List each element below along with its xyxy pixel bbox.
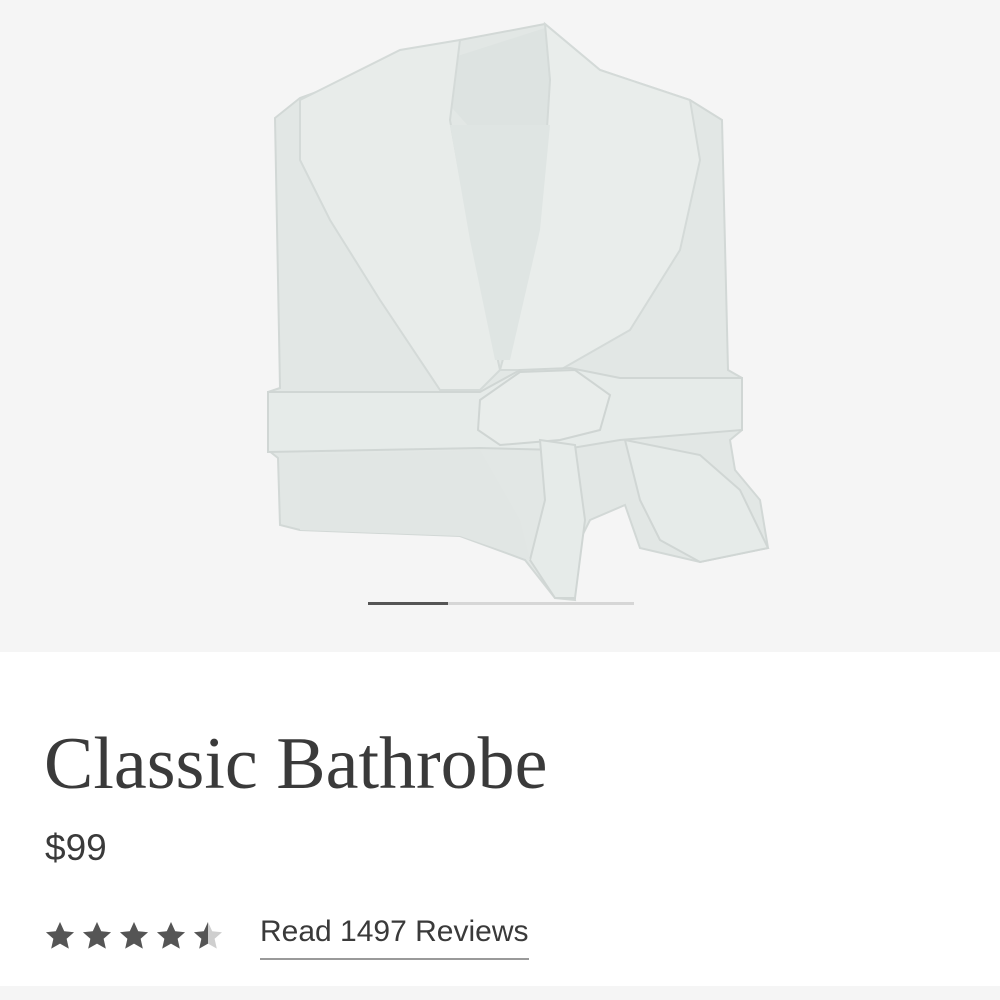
- star-icon: [46, 922, 74, 949]
- product-gallery[interactable]: [0, 0, 1000, 652]
- star-rating: [44, 920, 228, 952]
- carousel-progress-track[interactable]: [368, 602, 634, 605]
- product-price: $99: [45, 827, 107, 868]
- read-reviews-link[interactable]: Read 1497 Reviews: [260, 912, 529, 960]
- star-icon: [120, 922, 148, 949]
- carousel-progress-indicator: [368, 602, 448, 605]
- star-icon: [194, 922, 222, 949]
- bottom-edge: [0, 986, 1000, 1000]
- bathrobe-image: [267, 21, 770, 602]
- star-icon: [83, 922, 111, 949]
- product-title: Classic Bathrobe: [44, 723, 548, 805]
- star-icon: [157, 922, 185, 949]
